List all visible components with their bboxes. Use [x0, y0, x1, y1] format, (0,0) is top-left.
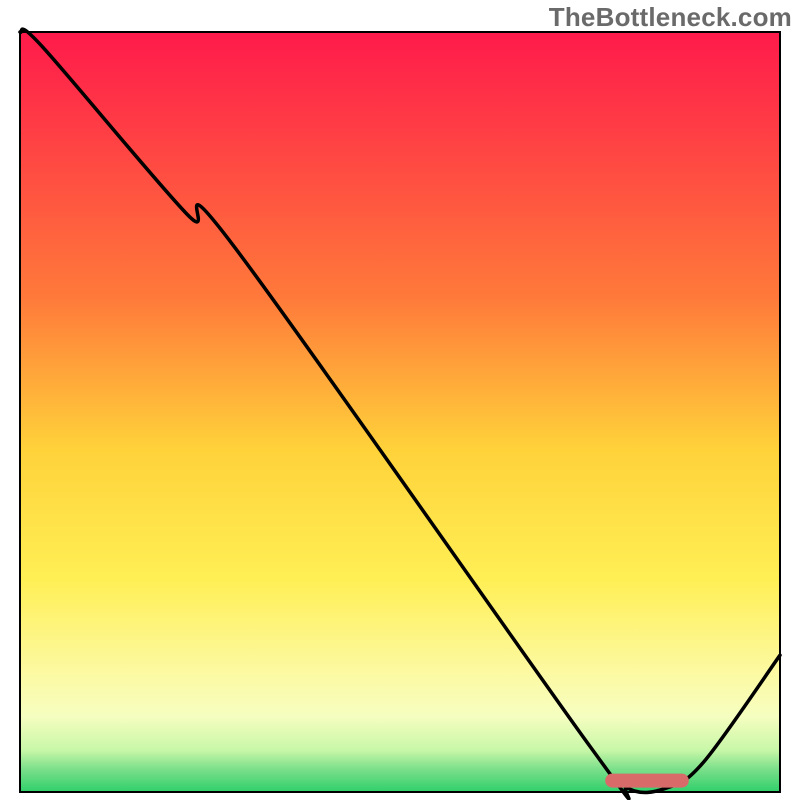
bottleneck-chart	[0, 0, 800, 800]
chart-background	[20, 32, 780, 792]
chart-container: TheBottleneck.com	[0, 0, 800, 800]
watermark-text: TheBottleneck.com	[549, 2, 792, 33]
optimal-zone-marker	[605, 774, 689, 788]
